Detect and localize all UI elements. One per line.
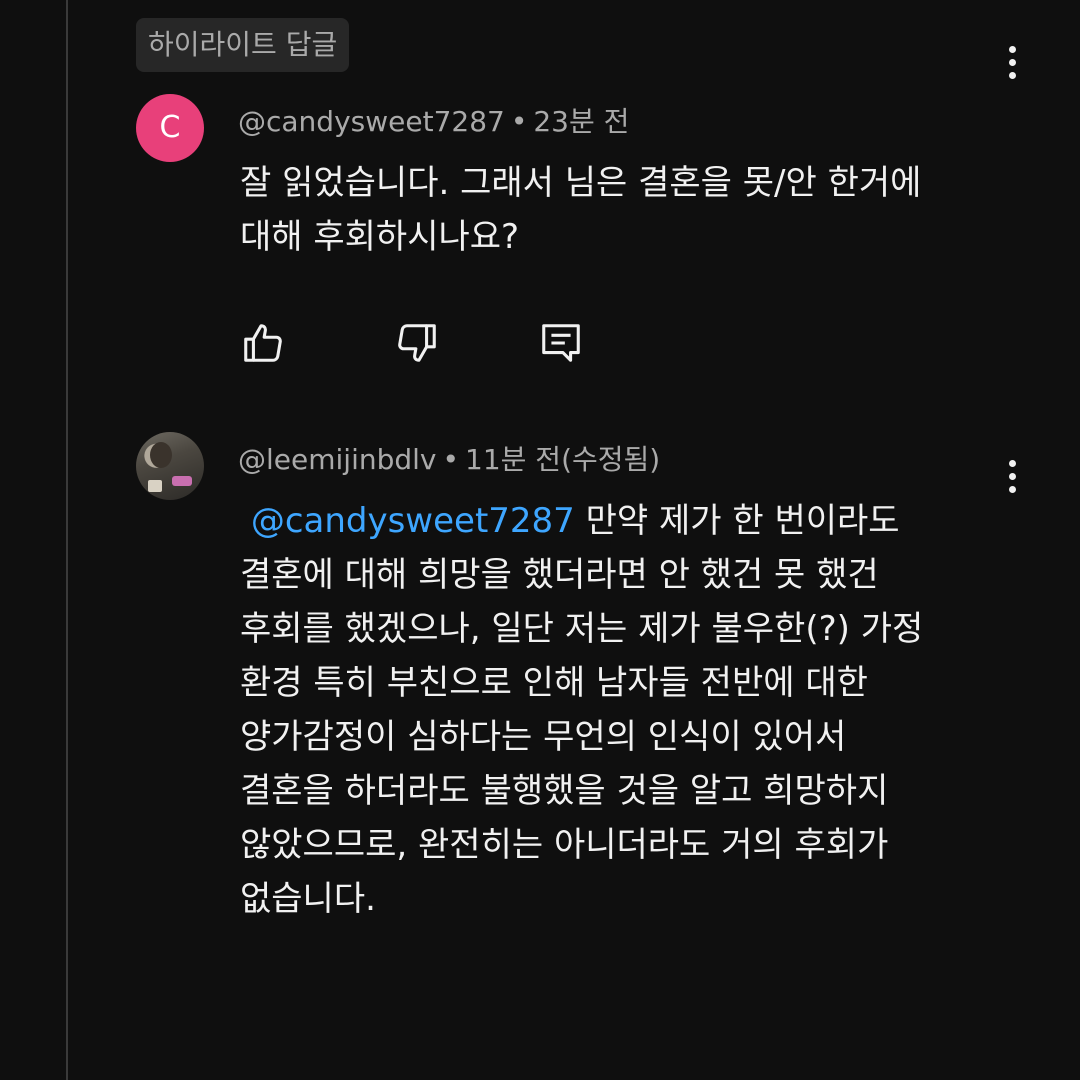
timestamp: 11분 전(수정됨) xyxy=(465,443,661,476)
author-handle[interactable]: @leemijinbdlv xyxy=(238,443,437,476)
reply-button[interactable] xyxy=(538,320,584,366)
comment-meta: @leemijinbdlv • 11분 전(수정됨) xyxy=(238,438,660,478)
comment-text: 잘 읽었습니다. 그래서 님은 결혼을 못/안 한거에 대해 후회하시나요? xyxy=(240,156,980,264)
comment-text: @candysweet7287 만약 제가 한 번이라도 결혼에 대해 희망을 … xyxy=(240,494,980,926)
thread-line xyxy=(66,0,68,1080)
comment-line: 잘 읽었습니다. 그래서 님은 결혼을 못/안 한거에 xyxy=(240,163,922,203)
more-options-icon[interactable] xyxy=(1006,46,1018,86)
reply-icon xyxy=(542,324,580,362)
comment-line: 대해 후회하시나요? xyxy=(240,217,520,257)
comment-line: 후회를 했겠으나, 일단 저는 제가 불우한(?) 가정 xyxy=(240,609,924,649)
more-options-icon[interactable] xyxy=(1006,460,1018,500)
comment-meta: @candysweet7287 • 23분 전 xyxy=(238,100,629,140)
comment-line: 없습니다. xyxy=(240,879,376,919)
like-button[interactable] xyxy=(240,320,286,366)
meta-separator: • xyxy=(442,443,460,476)
highlight-reply-badge: 하이라이트 답글 xyxy=(136,18,350,72)
timestamp: 23분 전 xyxy=(533,105,630,138)
comment-line: 양가감정이 심하다는 무언의 인식이 있어서 xyxy=(240,717,847,757)
dislike-button[interactable] xyxy=(394,320,440,366)
avatar[interactable]: C xyxy=(136,94,204,162)
comment-line: 않았으므로, 완전히는 아니더라도 거의 후회가 xyxy=(240,825,889,865)
author-handle[interactable]: @candysweet7287 xyxy=(238,105,505,138)
comment-line: 결혼에 대해 희망을 했더라면 안 했건 못 했건 xyxy=(240,555,879,595)
like-icon xyxy=(244,324,282,362)
comment-actions xyxy=(240,320,600,366)
meta-separator: • xyxy=(510,105,528,138)
dislike-icon xyxy=(398,324,436,362)
comment-line: 만약 제가 한 번이라도 xyxy=(574,501,900,541)
avatar[interactable] xyxy=(136,432,204,500)
comment-line: 환경 특히 부친으로 인해 남자들 전반에 대한 xyxy=(240,663,868,703)
comment-line: 결혼을 하더라도 불행했을 것을 알고 희망하지 xyxy=(240,771,889,811)
mention-link[interactable]: @candysweet7287 xyxy=(251,501,575,541)
